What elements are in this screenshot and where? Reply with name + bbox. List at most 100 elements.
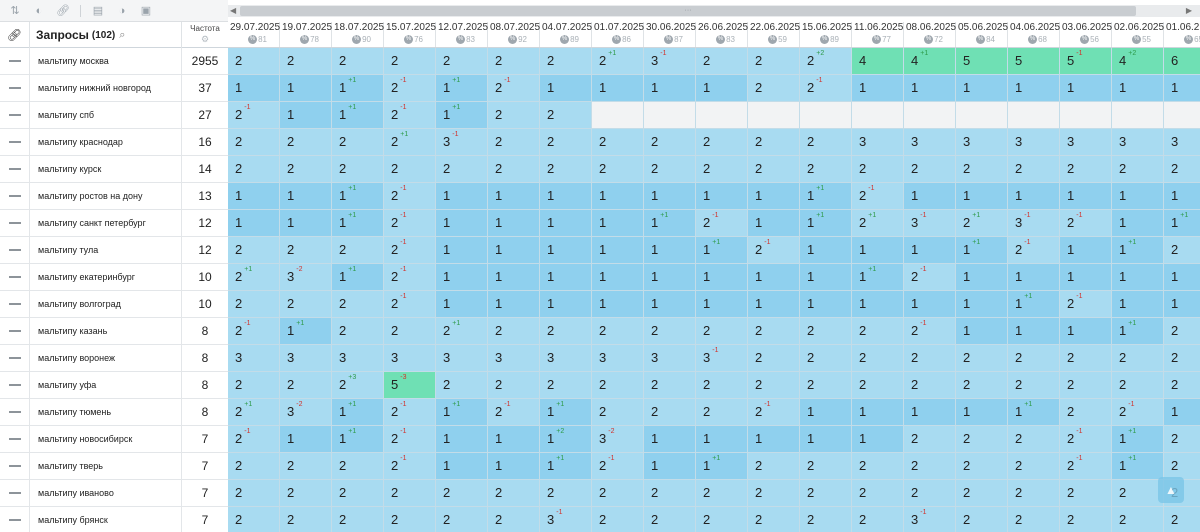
position-cell[interactable]: 2 (280, 48, 332, 75)
date-column-header[interactable]: 30.06.2025% 87 (644, 22, 696, 47)
position-cell[interactable]: 1 (280, 183, 332, 210)
position-cell[interactable]: 1 +1 (1008, 399, 1060, 426)
position-cell[interactable]: 1 (852, 291, 904, 318)
position-cell[interactable]: 2 (696, 480, 748, 507)
position-cell[interactable]: 1 (696, 426, 748, 453)
date-column-header[interactable]: 11.06.2025% 77 (852, 22, 904, 47)
position-cell[interactable]: 2 +1 (852, 210, 904, 237)
position-cell[interactable]: 1 (644, 183, 696, 210)
position-cell[interactable]: 1 (748, 264, 800, 291)
position-cell[interactable]: 2 (228, 237, 280, 264)
position-cell[interactable]: 1 (1112, 210, 1164, 237)
drag-handle-icon[interactable] (0, 453, 30, 479)
position-cell[interactable]: 2 -1 (1060, 210, 1112, 237)
position-cell[interactable]: 2 -1 (228, 102, 280, 129)
position-cell[interactable]: 2 (488, 156, 540, 183)
drag-handle-icon[interactable] (0, 48, 30, 74)
date-column-header[interactable]: 22.06.2025% 59 (748, 22, 800, 47)
position-cell[interactable]: 2 (1164, 507, 1200, 532)
position-cell[interactable]: 4 (852, 48, 904, 75)
date-column-header[interactable]: 15.07.2025% 76 (384, 22, 436, 47)
query-text[interactable]: мальтипу иваново (30, 480, 182, 506)
position-cell[interactable]: 1 +1 (332, 102, 384, 129)
query-text[interactable]: мальтипу тула (30, 237, 182, 263)
position-cell[interactable]: 2 (852, 345, 904, 372)
position-cell[interactable]: 1 (540, 237, 592, 264)
query-text[interactable]: мальтипу казань (30, 318, 182, 344)
position-cell[interactable]: 1 (696, 291, 748, 318)
position-cell[interactable]: 3 -2 (280, 399, 332, 426)
position-cell[interactable]: 2 (748, 480, 800, 507)
position-cell[interactable]: 2 -1 (1060, 453, 1112, 480)
query-row[interactable]: мальтипу новосибирск 7 (0, 426, 228, 453)
position-cell[interactable]: 2 (904, 480, 956, 507)
position-cell[interactable]: 1 (488, 453, 540, 480)
position-cell[interactable]: 1 (540, 183, 592, 210)
position-cell[interactable]: 2 (696, 129, 748, 156)
position-cell[interactable]: 2 (956, 507, 1008, 532)
position-cell[interactable]: 5 (1008, 48, 1060, 75)
position-cell[interactable]: 2 -1 (748, 237, 800, 264)
position-cell[interactable]: 5 -3 (384, 372, 436, 399)
drag-handle-icon[interactable] (0, 480, 30, 506)
position-cell[interactable]: 1 (436, 291, 488, 318)
table-icon[interactable]: ▤ (91, 4, 105, 18)
position-cell[interactable]: 2 -1 (488, 399, 540, 426)
position-cell[interactable]: 3 -2 (280, 264, 332, 291)
position-cell[interactable]: 2 (1008, 156, 1060, 183)
drag-handle-icon[interactable] (0, 183, 30, 209)
position-cell[interactable]: 5 -1 (1060, 48, 1112, 75)
position-cell[interactable]: 2 (800, 156, 852, 183)
position-cell[interactable]: 1 (488, 183, 540, 210)
position-cell[interactable]: 2 (800, 507, 852, 532)
position-cell[interactable]: 2 (1112, 372, 1164, 399)
position-cell[interactable]: 2 (748, 156, 800, 183)
position-cell[interactable]: 1 (1112, 183, 1164, 210)
position-cell[interactable]: 1 (228, 183, 280, 210)
drag-handle-icon[interactable] (0, 426, 30, 452)
position-cell[interactable]: 2 (488, 102, 540, 129)
query-row[interactable]: мальтипу тюмень 8 (0, 399, 228, 426)
position-cell[interactable]: 2 (592, 318, 644, 345)
position-cell[interactable]: 1 +1 (1112, 453, 1164, 480)
position-cell[interactable]: 1 (488, 426, 540, 453)
position-cell[interactable]: 2 (332, 48, 384, 75)
position-cell[interactable]: 1 (280, 210, 332, 237)
position-cell[interactable]: 1 (540, 264, 592, 291)
position-cell[interactable]: 1 (696, 183, 748, 210)
position-cell[interactable]: 1 +1 (332, 399, 384, 426)
position-cell[interactable]: 1 +1 (1112, 237, 1164, 264)
position-cell[interactable]: 2 (748, 372, 800, 399)
position-cell[interactable]: 1 +1 (540, 399, 592, 426)
position-cell[interactable]: 3 (1112, 129, 1164, 156)
position-cell[interactable]: 2 (1008, 453, 1060, 480)
position-cell[interactable]: 2 +1 (956, 210, 1008, 237)
date-column-header[interactable]: 02.06.2025% 55 (1112, 22, 1164, 47)
query-row[interactable]: мальтипу волгоград 10 (0, 291, 228, 318)
position-cell[interactable]: 2 (228, 156, 280, 183)
position-cell[interactable]: 2 -1 (488, 75, 540, 102)
position-cell[interactable]: 2 (280, 372, 332, 399)
position-cell[interactable]: 2 (332, 291, 384, 318)
position-cell[interactable]: 1 (592, 264, 644, 291)
position-cell[interactable]: 1 +2 (540, 426, 592, 453)
position-cell[interactable]: 1 (436, 210, 488, 237)
position-cell[interactable]: 3 (644, 345, 696, 372)
position-cell[interactable]: 1 (1112, 291, 1164, 318)
position-cell[interactable]: 1 (1164, 264, 1200, 291)
position-cell[interactable]: 1 (228, 210, 280, 237)
position-cell[interactable]: 2 -1 (228, 318, 280, 345)
position-cell[interactable]: 1 (748, 426, 800, 453)
position-cell[interactable]: 1 +1 (1112, 318, 1164, 345)
position-cell[interactable]: 2 (696, 48, 748, 75)
query-row[interactable]: мальтипу краснодар 16 (0, 129, 228, 156)
query-text[interactable]: мальтипу брянск (30, 507, 182, 532)
position-cell[interactable]: 2 +1 (228, 399, 280, 426)
drag-handle-icon[interactable] (0, 264, 30, 290)
position-cell[interactable]: 2 (280, 291, 332, 318)
position-cell[interactable] (956, 102, 1008, 129)
position-cell[interactable]: 2 (1060, 507, 1112, 532)
query-text[interactable]: мальтипу волгоград (30, 291, 182, 317)
position-cell[interactable]: 2 (800, 480, 852, 507)
position-cell[interactable]: 2 -1 (384, 291, 436, 318)
